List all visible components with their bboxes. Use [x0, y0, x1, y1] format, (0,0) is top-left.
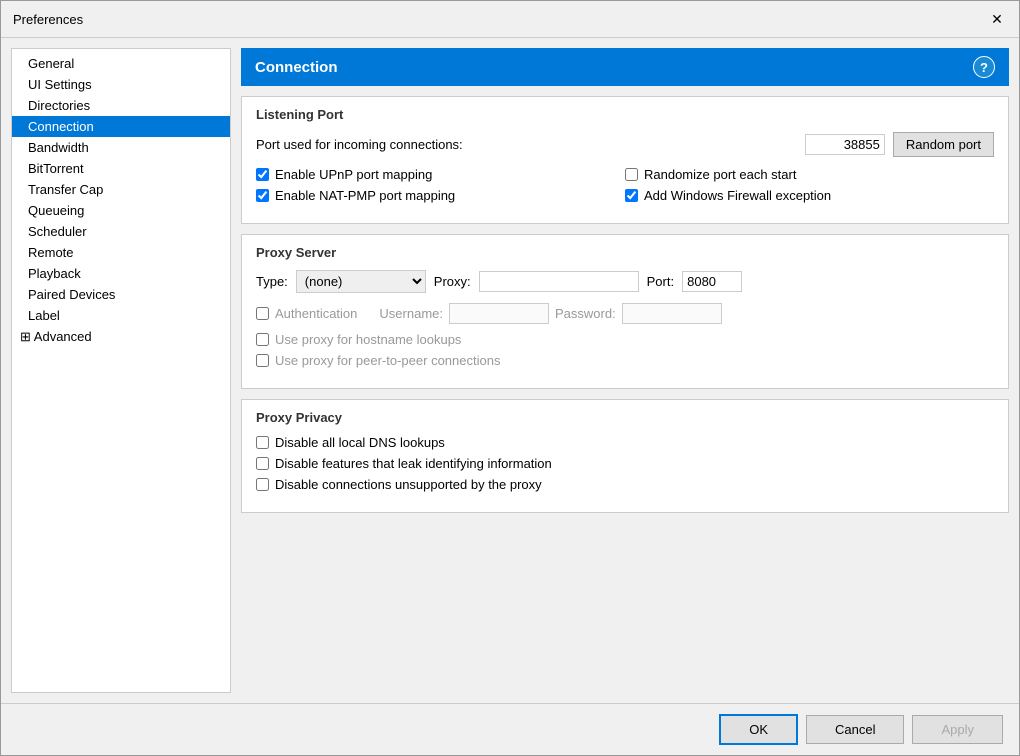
disable-features-checkbox[interactable] — [256, 457, 269, 470]
proxy-server-group: Proxy Server Type: (none) HTTP SOCKS4 SO… — [241, 234, 1009, 389]
port-input[interactable] — [805, 134, 885, 155]
disable-features-row: Disable features that leak identifying i… — [256, 456, 994, 471]
password-label: Password: — [555, 306, 616, 321]
sidebar-item-paired-devices[interactable]: Paired Devices — [12, 284, 230, 305]
randomize-label: Randomize port each start — [644, 167, 796, 182]
proxy-type-row: Type: (none) HTTP SOCKS4 SOCKS5 Proxy: P… — [256, 270, 994, 293]
section-header: Connection ? — [241, 48, 1009, 86]
proxy-port-input[interactable] — [682, 271, 742, 292]
proxy-server-title: Proxy Server — [256, 245, 994, 260]
sidebar-item-advanced[interactable]: ⊞ Advanced — [12, 326, 230, 348]
proxy-input[interactable] — [479, 271, 639, 292]
close-button[interactable]: ✕ — [987, 9, 1007, 29]
proxy-privacy-title: Proxy Privacy — [256, 410, 994, 425]
randomize-checkbox[interactable] — [625, 168, 638, 181]
disable-connections-checkbox[interactable] — [256, 478, 269, 491]
cancel-button[interactable]: Cancel — [806, 715, 904, 744]
upnp-row: Enable UPnP port mapping — [256, 167, 625, 182]
sidebar-item-queueing[interactable]: Queueing — [12, 200, 230, 221]
hostname-lookups-row: Use proxy for hostname lookups — [256, 332, 994, 347]
randomize-row: Randomize port each start — [625, 167, 994, 182]
auth-label: Authentication — [275, 306, 357, 321]
firewall-checkbox[interactable] — [625, 189, 638, 202]
sidebar-item-directories[interactable]: Directories — [12, 95, 230, 116]
left-checkboxes: Enable UPnP port mapping Enable NAT-PMP … — [256, 167, 625, 209]
disable-dns-label: Disable all local DNS lookups — [275, 435, 445, 450]
right-checkboxes: Randomize port each start Add Windows Fi… — [625, 167, 994, 209]
footer: OK Cancel Apply — [1, 703, 1019, 755]
listening-port-group: Listening Port Port used for incoming co… — [241, 96, 1009, 224]
p2p-label: Use proxy for peer-to-peer connections — [275, 353, 500, 368]
disable-features-label: Disable features that leak identifying i… — [275, 456, 552, 471]
disable-dns-checkbox[interactable] — [256, 436, 269, 449]
ok-button[interactable]: OK — [719, 714, 798, 745]
proxy-label: Proxy: — [434, 274, 471, 289]
nat-row: Enable NAT-PMP port mapping — [256, 188, 625, 203]
sidebar-item-connection[interactable]: Connection — [12, 116, 230, 137]
auth-row: Authentication Username: Password: — [256, 303, 994, 324]
random-port-button[interactable]: Random port — [893, 132, 994, 157]
disable-connections-row: Disable connections unsupported by the p… — [256, 477, 994, 492]
upnp-label: Enable UPnP port mapping — [275, 167, 432, 182]
password-input[interactable] — [622, 303, 722, 324]
type-select[interactable]: (none) HTTP SOCKS4 SOCKS5 — [296, 270, 426, 293]
firewall-label: Add Windows Firewall exception — [644, 188, 831, 203]
sidebar: General UI Settings Directories Connecti… — [11, 48, 231, 693]
dialog-body: General UI Settings Directories Connecti… — [1, 38, 1019, 703]
port-label2: Port: — [647, 274, 674, 289]
type-label: Type: — [256, 274, 288, 289]
sidebar-item-general[interactable]: General — [12, 53, 230, 74]
username-label: Username: — [379, 306, 443, 321]
sidebar-item-bittorrent[interactable]: BitTorrent — [12, 158, 230, 179]
peer-to-peer-row: Use proxy for peer-to-peer connections — [256, 353, 994, 368]
listening-port-title: Listening Port — [256, 107, 994, 122]
preferences-dialog: Preferences ✕ General UI Settings Direct… — [0, 0, 1020, 756]
nat-checkbox[interactable] — [256, 189, 269, 202]
proxy-privacy-group: Proxy Privacy Disable all local DNS look… — [241, 399, 1009, 513]
sidebar-item-transfer-cap[interactable]: Transfer Cap — [12, 179, 230, 200]
sidebar-item-scheduler[interactable]: Scheduler — [12, 221, 230, 242]
section-title: Connection — [255, 59, 338, 76]
hostname-label2: Use proxy for hostname lookups — [275, 332, 461, 347]
dialog-title: Preferences — [13, 12, 83, 27]
apply-button[interactable]: Apply — [912, 715, 1003, 744]
disable-connections-label: Disable connections unsupported by the p… — [275, 477, 542, 492]
nat-label: Enable NAT-PMP port mapping — [275, 188, 455, 203]
username-input[interactable] — [449, 303, 549, 324]
firewall-row: Add Windows Firewall exception — [625, 188, 994, 203]
sidebar-item-playback[interactable]: Playback — [12, 263, 230, 284]
main-content: Connection ? Listening Port Port used fo… — [231, 38, 1019, 703]
sidebar-item-bandwidth[interactable]: Bandwidth — [12, 137, 230, 158]
port-label: Port used for incoming connections: — [256, 137, 463, 152]
port-row: Port used for incoming connections: Rand… — [256, 132, 994, 157]
hostname-checkbox[interactable] — [256, 333, 269, 346]
title-bar: Preferences ✕ — [1, 1, 1019, 38]
auth-checkbox[interactable] — [256, 307, 269, 320]
p2p-checkbox[interactable] — [256, 354, 269, 367]
disable-dns-row: Disable all local DNS lookups — [256, 435, 994, 450]
upnp-checkbox[interactable] — [256, 168, 269, 181]
sidebar-item-ui-settings[interactable]: UI Settings — [12, 74, 230, 95]
sidebar-item-label[interactable]: Label — [12, 305, 230, 326]
sidebar-item-remote[interactable]: Remote — [12, 242, 230, 263]
help-button[interactable]: ? — [973, 56, 995, 78]
